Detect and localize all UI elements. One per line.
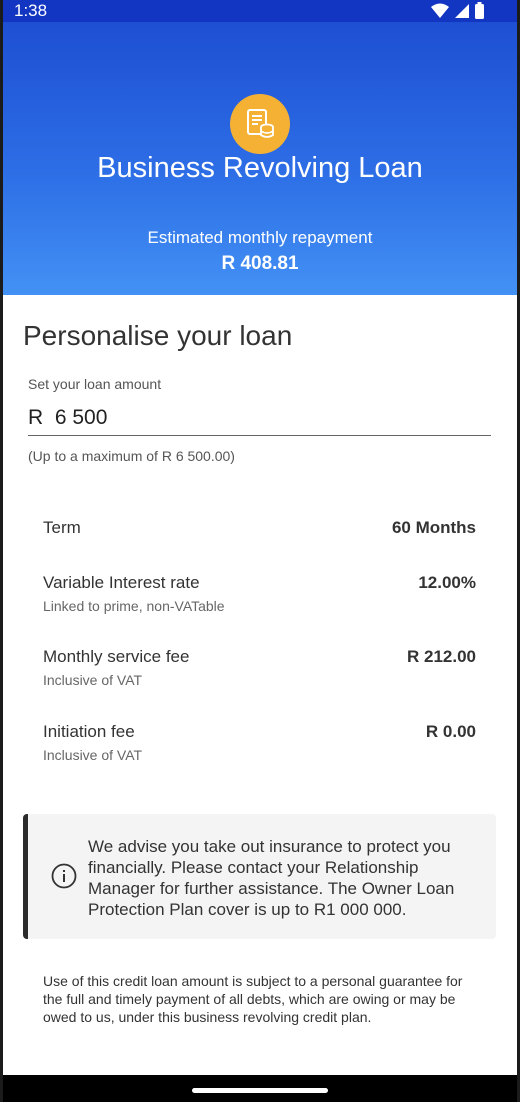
insurance-notice-text: We advise you take out insurance to prot… — [88, 837, 455, 919]
estimated-repayment-label: Estimated monthly repayment — [147, 228, 373, 247]
system-nav-bar — [0, 1075, 520, 1102]
detail-label: Initiation fee — [43, 722, 135, 741]
loan-header: Business Revolving Loan Estimated monthl… — [0, 22, 520, 295]
signal-icon — [455, 3, 469, 18]
home-gesture-handle[interactable] — [192, 1088, 328, 1093]
loan-amount-hint: (Up to a maximum of R 6 500.00) — [28, 448, 235, 464]
loan-amount-label: Set your loan amount — [28, 376, 162, 392]
detail-value: R 0.00 — [425, 722, 476, 741]
detail-row-initiation-fee: Initiation fee Inclusive of VAT R 0.00 — [43, 722, 476, 763]
detail-value: R 212.00 — [407, 647, 476, 666]
detail-row-interest-rate: Variable Interest rate Linked to prime, … — [43, 573, 476, 614]
detail-row-service-fee: Monthly service fee Inclusive of VAT R 2… — [43, 647, 476, 688]
detail-sublabel: Inclusive of VAT — [43, 672, 143, 688]
detail-label: Variable Interest rate — [43, 573, 200, 592]
status-icons — [431, 2, 484, 19]
insurance-notice: We advise you take out insurance to prot… — [23, 814, 496, 939]
info-icon — [51, 863, 77, 889]
detail-sublabel: Inclusive of VAT — [43, 747, 143, 763]
loan-document-badge — [230, 94, 290, 154]
detail-row-term: Term 60 Months — [43, 518, 476, 538]
wifi-icon — [431, 3, 449, 18]
estimated-repayment-value: R 408.81 — [221, 253, 299, 274]
status-bar: 1:38 — [0, 0, 520, 22]
detail-value: 60 Months — [391, 518, 476, 537]
loan-document-icon — [247, 109, 274, 138]
loan-amount-input[interactable] — [28, 401, 491, 436]
page-title: Business Revolving Loan — [97, 152, 423, 184]
section-title: Personalise your loan — [23, 320, 293, 351]
status-time: 1:38 — [14, 1, 48, 20]
screen-frame-left — [0, 0, 3, 1102]
battery-icon — [475, 2, 484, 19]
detail-sublabel: Linked to prime, non-VATable — [43, 598, 225, 614]
guarantee-disclaimer: Use of this credit loan amount is subjec… — [43, 973, 463, 1025]
detail-value: 12.00% — [418, 573, 476, 592]
